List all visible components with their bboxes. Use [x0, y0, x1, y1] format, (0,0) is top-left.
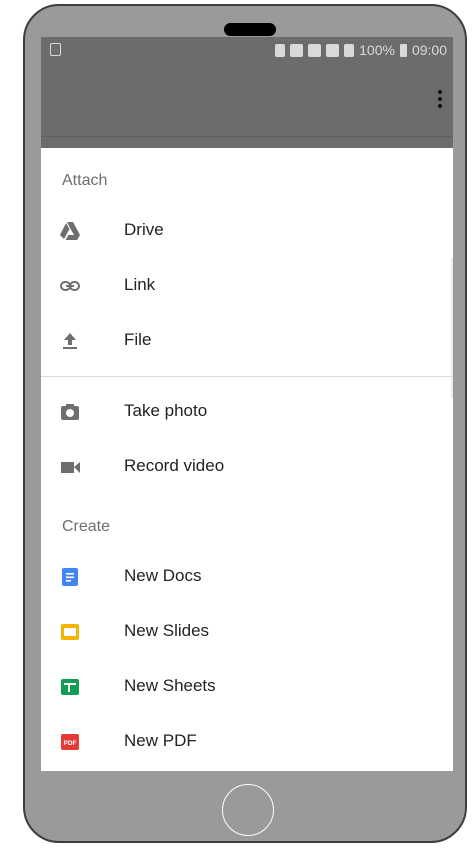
link-label: Link	[124, 275, 156, 294]
pdf-badge-text: PDF	[64, 740, 77, 747]
file-label: File	[124, 330, 152, 349]
new-sheets-item[interactable]: New Sheets	[41, 667, 453, 707]
new-docs-label: New Docs	[124, 566, 202, 585]
screen: 100% 09:00 Attach Drive Link File Take p…	[41, 37, 453, 771]
upload-icon	[63, 333, 77, 349]
more-options-icon[interactable]	[438, 90, 442, 108]
alarm-icon	[275, 43, 286, 57]
drive-label: Drive	[124, 220, 164, 239]
sheets-icon	[61, 679, 79, 695]
drive-item[interactable]: Drive	[41, 211, 453, 251]
phone-frame: 100% 09:00 Attach Drive Link File Take p…	[23, 4, 467, 843]
create-header: Create	[62, 518, 111, 535]
file-item[interactable]: File	[41, 321, 453, 361]
home-button[interactable]	[222, 784, 274, 836]
section-divider	[41, 376, 453, 377]
drive-icon	[60, 222, 80, 240]
new-docs-item[interactable]: New Docs	[41, 557, 453, 597]
mute-icon	[308, 43, 322, 57]
status-time: 09:00	[411, 42, 447, 58]
attach-bottom-sheet: Attach Drive Link File Take photo Record…	[41, 148, 453, 771]
slides-icon	[61, 624, 79, 640]
new-slides-item[interactable]: New Slides	[41, 612, 453, 652]
battery-percent: 100%	[359, 42, 395, 58]
signal-icon	[344, 43, 355, 57]
docs-icon	[62, 568, 78, 586]
new-sheets-label: New Sheets	[124, 676, 216, 695]
record-video-item[interactable]: Record video	[41, 447, 453, 487]
record-video-label: Record video	[124, 456, 225, 475]
new-pdf-item[interactable]: PDF New PDF	[41, 722, 453, 762]
link-item[interactable]: Link	[41, 266, 453, 306]
battery-icon	[399, 43, 407, 57]
camera-icon	[61, 404, 79, 420]
cast-icon	[290, 43, 304, 57]
link-icon	[60, 281, 80, 291]
new-slides-label: New Slides	[124, 621, 210, 640]
attach-header: Attach	[62, 172, 108, 189]
phone-speaker	[224, 23, 276, 36]
take-photo-item[interactable]: Take photo	[41, 392, 453, 432]
pdf-icon: PDF	[61, 734, 79, 750]
take-photo-label: Take photo	[124, 401, 208, 420]
videocam-icon	[61, 462, 80, 473]
notification-icon	[50, 43, 61, 56]
status-bar: 100% 09:00	[41, 37, 453, 65]
status-indicators: 100% 09:00	[275, 42, 447, 58]
new-pdf-label: New PDF	[124, 731, 197, 750]
wifi-icon	[326, 43, 340, 57]
toolbar-divider	[41, 136, 453, 137]
